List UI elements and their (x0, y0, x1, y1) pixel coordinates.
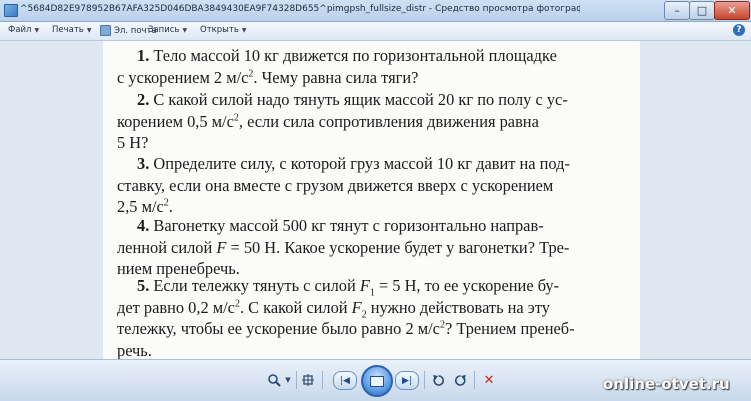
toolbar-divider (322, 371, 323, 389)
problem-number: 4. (137, 216, 150, 235)
problem-3: 3. Определите силу, с которой груз массо… (117, 153, 629, 218)
problem-number: 1. (137, 46, 150, 65)
menu-file[interactable]: Файл ▼ (8, 25, 39, 35)
force-variable: F (351, 297, 362, 317)
displayed-photo: 1. Тело массой 10 кг движется по горизон… (103, 41, 640, 359)
window-title: ^5684D82E978952B67AFA325D046DBA3849430EA… (20, 4, 580, 14)
problem-text: ленной силой (117, 237, 217, 257)
problem-4: 4. Вагонетку массой 500 кг тянут с гориз… (117, 215, 629, 280)
problem-line: речь. (117, 340, 152, 360)
problem-line: ленной силой F = 50 Н. Какое ускорение б… (117, 237, 629, 259)
image-viewport: 1. Тело массой 10 кг движется по горизон… (0, 41, 751, 359)
problem-text: Определите силу, с которой груз массой 1… (153, 154, 570, 173)
problem-text: С какой силой надо тянуть ящик массой 20… (153, 90, 568, 109)
problem-text: нужно действовать на эту (366, 297, 550, 317)
minimize-button[interactable]: – (664, 1, 690, 20)
problem-line: ставку, если она вместе с грузом движетс… (117, 175, 554, 195)
maximize-button[interactable]: □ (689, 1, 715, 20)
problem-5: 5. Если тележку тянуть с силой F1 = 5 Н,… (117, 275, 629, 359)
rotate-right-icon[interactable] (452, 372, 468, 388)
photo-viewer-app-icon (4, 4, 18, 17)
menu-print-label: Печать (52, 25, 84, 35)
problem-line: 3. Определите силу, с которой груз массо… (117, 153, 629, 175)
problem-text: тележку, чтобы ее ускорение было равно 2… (117, 319, 440, 338)
problem-number: 5. (137, 276, 150, 295)
title-bar: ^5684D82E978952B67AFA325D046DBA3849430EA… (0, 0, 751, 22)
problem-text: дет равно 0,2 м/с (117, 297, 235, 317)
problem-text: ? Трением пренеб- (444, 319, 575, 338)
chevron-down-icon: ▼ (86, 26, 92, 34)
screen-icon (370, 375, 384, 387)
problem-text: , если сила сопротивления движения равна (238, 111, 539, 131)
problem-text: с ускорением 2 м/с (117, 67, 249, 87)
problem-number: 3. (137, 154, 150, 173)
problem-1: 1. Тело массой 10 кг движется по горизон… (117, 45, 629, 88)
problem-line: 2. С какой силой надо тянуть ящик массой… (117, 89, 629, 111)
problem-text: 2,5 м/с (117, 197, 164, 216)
watermark: online-otvet.ru (603, 375, 730, 393)
chevron-down-icon: ▼ (34, 26, 40, 34)
chevron-down-icon: ▼ (182, 26, 188, 34)
problem-text: = 5 Н, то ее ускорение бу- (374, 276, 560, 295)
magnifier-icon[interactable] (264, 372, 284, 388)
problem-line: тележку, чтобы ее ускорение было равно 2… (117, 318, 629, 340)
problem-line: 4. Вагонетку массой 500 кг тянут с гориз… (117, 215, 629, 237)
toolbar-divider (424, 371, 425, 389)
chevron-down-icon[interactable]: ▼ (284, 372, 292, 388)
menu-burn[interactable]: Запись ▼ (148, 25, 187, 35)
previous-icon[interactable]: |◀ (333, 371, 357, 390)
chevron-down-icon: ▼ (241, 26, 247, 34)
email-icon (100, 25, 111, 36)
delete-icon[interactable]: ✕ (481, 372, 497, 388)
problem-line: корением 0,5 м/с2, если сила сопротивлен… (117, 111, 629, 133)
problem-text: Если тележку тянуть с силой (153, 276, 360, 295)
toolbar-divider (296, 371, 297, 389)
problem-line: 1. Тело массой 10 кг движется по горизон… (117, 45, 629, 67)
menu-bar: Файл ▼ Печать ▼ Эл. почта Запись ▼ Откры… (0, 22, 751, 41)
problem-line: 5. Если тележку тянуть с силой F1 = 5 Н,… (117, 275, 629, 298)
problem-2: 2. С какой силой надо тянуть ящик массой… (117, 89, 629, 154)
problem-text: Тело массой 10 кг движется по горизонтал… (153, 46, 557, 65)
problem-text: . (168, 197, 173, 216)
menu-burn-label: Запись (148, 25, 180, 35)
help-icon[interactable]: ? (733, 24, 745, 36)
problem-line: дет равно 0,2 м/с2. С какой силой F2 нуж… (117, 297, 629, 320)
problem-text: Вагонетку массой 500 кг тянут с горизонт… (153, 216, 544, 235)
rotate-left-icon[interactable] (430, 372, 446, 388)
problem-number: 2. (137, 90, 150, 109)
force-variable: F (359, 276, 370, 295)
menu-file-label: Файл (8, 25, 32, 35)
fit-icon[interactable] (300, 372, 316, 388)
next-icon[interactable]: ▶| (395, 371, 419, 390)
force-variable: F (216, 237, 227, 257)
menu-open-label: Открыть (200, 25, 239, 35)
problem-line: с ускорением 2 м/с2. Чему равна сила тяг… (117, 67, 629, 89)
close-button[interactable]: ✕ (714, 1, 750, 20)
problem-text: . Чему равна сила тяги? (253, 67, 419, 87)
problem-text: корением 0,5 м/с (117, 111, 234, 131)
problem-line: 5 Н? (117, 133, 149, 152)
slideshow-icon[interactable] (361, 365, 393, 397)
toolbar-divider (474, 371, 475, 389)
menu-print[interactable]: Печать ▼ (52, 25, 91, 35)
menu-open[interactable]: Открыть ▼ (200, 25, 246, 35)
problem-text: = 50 Н. Какое ускорение будет у вагонетк… (226, 237, 570, 257)
problem-text: . С какой силой (239, 297, 352, 317)
